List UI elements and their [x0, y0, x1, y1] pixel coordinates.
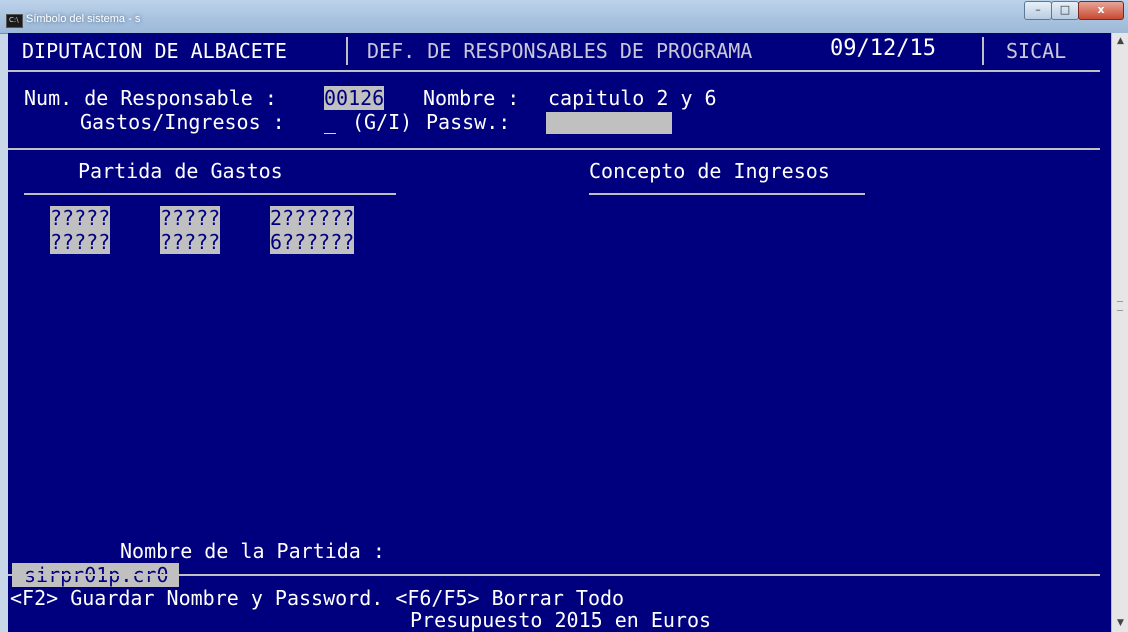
ingresos-title-underline: [589, 193, 865, 195]
num-responsable-field[interactable]: 00126: [324, 86, 385, 110]
num-responsable-label: Num. de Responsable :: [24, 86, 277, 110]
partida-gastos-title: Partida de Gastos: [78, 159, 283, 183]
header-divider-2: [982, 37, 984, 65]
header-date: 09/12/15: [830, 36, 936, 61]
nombre-label: Nombre :: [423, 86, 520, 110]
console-icon: C:\: [6, 14, 23, 28]
gastos-ingresos-label: Gastos/Ingresos :: [80, 110, 285, 134]
maximize-button[interactable]: □: [1051, 1, 1079, 20]
scroll-up-arrow-icon[interactable]: ▲: [1112, 33, 1128, 50]
vertical-scrollbar[interactable]: ▲ ▼: [1111, 33, 1128, 632]
budget-info: Presupuesto 2015 en Euros: [410, 608, 712, 632]
module-title: DEF. DE RESPONSABLES DE PROGRAMA: [367, 39, 753, 63]
partida-row-2-programa[interactable]: ?????: [160, 230, 221, 254]
nombre-partida-label: Nombre de la Partida :: [120, 539, 385, 563]
form-separator: [8, 148, 1100, 150]
partida-row-2-economica[interactable]: 6??????: [270, 230, 355, 254]
partida-row-1-programa[interactable]: ?????: [160, 206, 221, 230]
gastos-ingresos-hint: (G/I): [352, 110, 413, 134]
nombre-field[interactable]: capitulo 2 y 6: [548, 86, 717, 110]
header-divider: [346, 37, 348, 65]
header-separator: [8, 70, 1100, 72]
footer-separator: [8, 574, 1100, 576]
console-screen[interactable]: DIPUTACION DE ALBACETE DEF. DE RESPONSAB…: [8, 33, 1111, 632]
gastos-title-underline: [24, 193, 396, 195]
concepto-ingresos-title: Concepto de Ingresos: [589, 159, 830, 183]
window-titlebar: C:\ Símbolo del sistema - s – □ x: [0, 0, 1128, 34]
system-name: SICAL: [1006, 39, 1067, 63]
close-button[interactable]: x: [1078, 1, 1124, 20]
partida-row-2-organica[interactable]: ?????: [50, 230, 111, 254]
scroll-down-arrow-icon[interactable]: ▼: [1112, 615, 1128, 632]
window-title: Símbolo del sistema - s: [26, 13, 141, 25]
partida-row-1-organica[interactable]: ?????: [50, 206, 111, 230]
partida-row-1-economica[interactable]: 2??????: [270, 206, 355, 230]
minimize-button[interactable]: –: [1024, 1, 1052, 20]
password-field[interactable]: [546, 112, 672, 134]
org-name: DIPUTACION DE ALBACETE: [22, 39, 287, 63]
scroll-thumb-grip-icon[interactable]: [1117, 301, 1123, 311]
password-label: Passw.:: [426, 110, 511, 134]
gastos-ingresos-field[interactable]: _: [324, 110, 337, 134]
function-keys-help: <F2> Guardar Nombre y Password. <F6/F5> …: [10, 586, 625, 610]
